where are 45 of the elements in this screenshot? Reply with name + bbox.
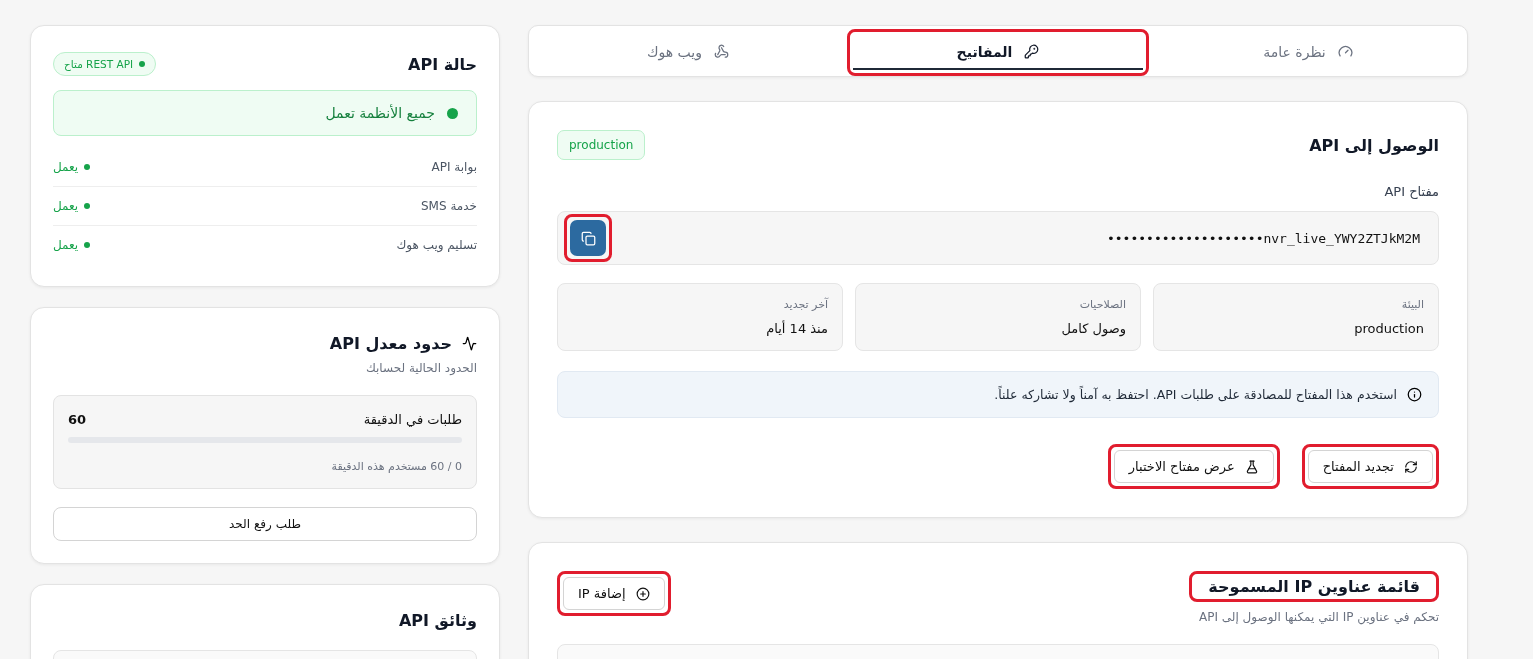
tab[interactable]: المفاتيح <box>853 35 1143 70</box>
field-label: مفتاح API <box>1383 184 1439 199</box>
key-icon <box>1024 44 1040 59</box>
tile-label: الصلاحيات <box>1078 298 1126 311</box>
tile-value: منذ 14 أيام <box>765 321 828 336</box>
refresh-icon <box>1404 459 1418 474</box>
activity-icon <box>462 336 477 351</box>
overall-status: جميع الأنظمة تعمل <box>53 90 477 136</box>
metric-label: طلبات في الدقيقة <box>363 412 462 427</box>
section-title: قائمة عناوين IP المسموحة <box>1208 577 1420 596</box>
service-status: يعمل <box>53 238 91 252</box>
action-button[interactable]: تجديد المفتاح <box>1307 450 1433 483</box>
gauge-icon <box>1337 44 1353 59</box>
tile-value: production <box>1353 321 1424 336</box>
copy-button[interactable] <box>570 220 606 256</box>
service-name: تسليم ويب هوك <box>396 238 477 252</box>
service-name: خدمة SMS <box>421 199 477 213</box>
service-status: يعمل <box>53 160 91 174</box>
api-key-field[interactable]: ••••••••••••••••••••nvr_live_YWY2ZTJkM2M <box>557 211 1439 265</box>
tile-label: البيئة <box>1400 298 1424 311</box>
tile-label: آخر تجديد <box>782 298 828 311</box>
service-status: يعمل <box>53 199 91 213</box>
plus-icon <box>635 586 650 601</box>
status-badge: REST API متاح <box>53 52 157 76</box>
info-icon <box>1407 387 1422 402</box>
add-ip-button[interactable]: إضافة IP <box>563 577 665 610</box>
card-title: حدود معدل API <box>329 334 452 353</box>
request-limit-button[interactable]: طلب رفع الحد <box>53 507 477 541</box>
tile-value: وصول كامل <box>1060 321 1126 336</box>
section-subtitle: تحكم في عناوين IP التي يمكنها الوصول إلى API <box>1197 610 1439 624</box>
metric-value: 60 <box>68 412 87 427</box>
webhook-icon <box>714 44 729 59</box>
card-subtitle: الحدود الحالية لحسابك <box>364 361 477 375</box>
environment-badge: production <box>557 130 646 160</box>
card-title: وثائق API <box>397 611 477 630</box>
service-name: بوابة API <box>431 160 477 174</box>
flask-icon <box>1244 459 1259 474</box>
tab[interactable]: نظرة عامة <box>1163 35 1453 70</box>
notice-text: استخدم هذا المفتاح للمصادقة على طلبات API. احتفظ به آمناً ولا تشاركه علناً. <box>994 387 1397 402</box>
card-title: حالة API <box>408 54 477 74</box>
usage-text: 0 / 60 مستخدم هذه الدقيقة <box>331 460 462 473</box>
action-button[interactable]: عرض مفتاح الاختبار <box>1113 450 1274 483</box>
section-title: الوصول إلى API <box>1309 135 1439 155</box>
tab[interactable]: ويب هوك <box>543 35 833 70</box>
copy-icon <box>580 230 596 246</box>
